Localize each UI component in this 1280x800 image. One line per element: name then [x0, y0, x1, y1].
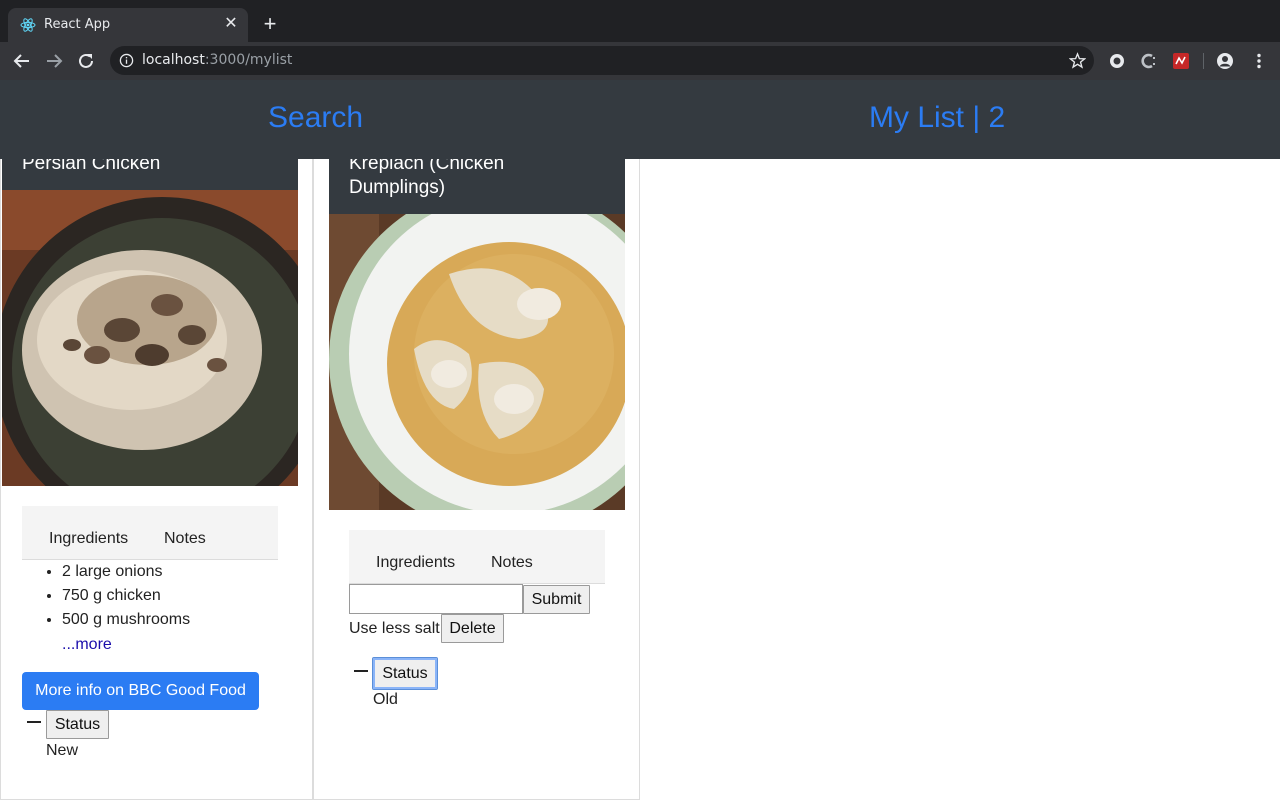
dash-icon	[27, 721, 41, 723]
url-host: localhost	[142, 52, 205, 68]
submit-button[interactable]: Submit	[523, 585, 590, 614]
reload-icon[interactable]	[75, 50, 97, 72]
tab-ingredients[interactable]: Ingredients	[376, 554, 455, 572]
profile-icon[interactable]	[1216, 52, 1234, 70]
url-path: :3000/mylist	[204, 52, 293, 68]
recipe-card: Kreplach (Chicken Dumplings) Ingredients…	[313, 80, 640, 800]
info-icon[interactable]	[119, 53, 134, 68]
recipe-card: Persian Chicken Ingredients Notes 2 larg…	[0, 80, 313, 800]
status-button[interactable]: Status	[46, 710, 109, 739]
recipe-image	[329, 214, 625, 510]
delete-button[interactable]: Delete	[441, 614, 504, 643]
nav-mylist-link[interactable]: My List | 2	[869, 101, 1005, 135]
recipe-tabs: Ingredients Notes	[22, 506, 278, 560]
tab-notes[interactable]: Notes	[491, 554, 533, 572]
nav-search-link[interactable]: Search	[268, 101, 363, 135]
note-text: Use less salt	[349, 620, 440, 637]
tab-title: React App	[44, 17, 111, 32]
ingredient-list: 2 large onions 750 g chicken 500 g mushr…	[42, 560, 282, 632]
recipe-image	[2, 190, 298, 486]
status-button[interactable]: Status	[372, 657, 438, 690]
note-input[interactable]	[349, 584, 523, 614]
react-logo-icon	[20, 18, 36, 32]
browser-tab[interactable]: React App ✕	[8, 8, 248, 42]
new-tab-icon[interactable]: +	[260, 13, 280, 35]
toolbar-separator	[1203, 53, 1204, 69]
status-value: Old	[373, 691, 398, 708]
url-text: localhost:3000/mylist	[142, 52, 292, 68]
ingredient-item: 750 g chicken	[62, 584, 282, 608]
star-icon[interactable]	[1069, 52, 1086, 69]
browser-toolbar: localhost:3000/mylist	[0, 42, 1280, 80]
dash-icon	[354, 670, 368, 672]
tab-ingredients[interactable]: Ingredients	[49, 530, 128, 548]
ingredient-item: 500 g mushrooms	[62, 608, 282, 632]
ingredient-item: 2 large onions	[62, 560, 282, 584]
bbc-good-food-button[interactable]: More info on BBC Good Food	[22, 672, 259, 710]
extension-c-icon[interactable]	[1140, 52, 1158, 70]
app-navbar: Search My List | 2	[0, 80, 1280, 159]
browser-tabstrip: React App ✕ +	[0, 0, 1280, 42]
address-bar[interactable]: localhost:3000/mylist	[110, 46, 1094, 75]
menu-dots-icon[interactable]	[1250, 52, 1268, 70]
close-tab-icon[interactable]: ✕	[222, 15, 240, 33]
tab-notes[interactable]: Notes	[164, 530, 206, 548]
status-value: New	[46, 742, 79, 759]
forward-arrow-icon[interactable]	[43, 50, 65, 72]
recipe-tabs: Ingredients Notes	[349, 530, 605, 584]
back-arrow-icon[interactable]	[11, 50, 33, 72]
extension-red-icon[interactable]	[1172, 52, 1190, 70]
more-ingredients-link[interactable]: ...more	[62, 636, 112, 654]
extension-icon[interactable]	[1108, 52, 1126, 70]
